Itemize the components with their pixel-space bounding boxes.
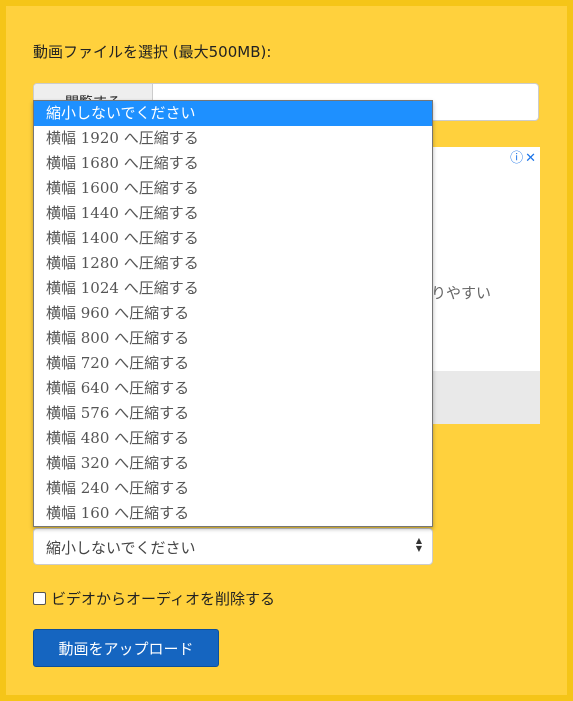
advertisement[interactable]: ⓘ✕ りやすい <box>431 147 540 424</box>
ad-text: りやすい <box>431 284 492 302</box>
resize-select-value: 縮小しないでください <box>46 539 196 557</box>
resize-option[interactable]: 横幅 800 へ圧縮する <box>34 326 432 351</box>
file-select-label: 動画ファイルを選択 (最大500MB): <box>33 43 272 61</box>
resize-option[interactable]: 横幅 1280 へ圧縮する <box>34 251 432 276</box>
ad-footer <box>431 371 540 424</box>
remove-audio-row[interactable]: ビデオからオーディオを削除する <box>33 588 275 609</box>
resize-option[interactable]: 横幅 1440 へ圧縮する <box>34 201 432 226</box>
ad-controls[interactable]: ⓘ✕ <box>510 147 538 166</box>
upload-video-button[interactable]: 動画をアップロード <box>33 629 219 667</box>
resize-option[interactable]: 横幅 1920 へ圧縮する <box>34 126 432 151</box>
resize-option[interactable]: 横幅 1600 へ圧縮する <box>34 176 432 201</box>
resize-option[interactable]: 横幅 720 へ圧縮する <box>34 351 432 376</box>
select-arrows-icon: ▲ ▼ <box>415 536 422 553</box>
resize-option[interactable]: 横幅 960 へ圧縮する <box>34 301 432 326</box>
info-icon[interactable]: ⓘ <box>510 151 525 166</box>
close-icon[interactable]: ✕ <box>525 151 538 166</box>
resize-option[interactable]: 横幅 480 へ圧縮する <box>34 426 432 451</box>
resize-option[interactable]: 横幅 1024 へ圧縮する <box>34 276 432 301</box>
resize-option[interactable]: 横幅 576 へ圧縮する <box>34 401 432 426</box>
resize-option[interactable]: 縮小しないでください <box>34 101 432 126</box>
resize-option[interactable]: 横幅 640 へ圧縮する <box>34 376 432 401</box>
remove-audio-checkbox[interactable] <box>33 592 46 605</box>
resize-option[interactable]: 横幅 1680 へ圧縮する <box>34 151 432 176</box>
resize-option[interactable]: 横幅 1400 へ圧縮する <box>34 226 432 251</box>
resize-option[interactable]: 横幅 320 へ圧縮する <box>34 451 432 476</box>
resize-option[interactable]: 横幅 240 へ圧縮する <box>34 476 432 501</box>
resize-option[interactable]: 横幅 160 へ圧縮する <box>34 501 432 526</box>
remove-audio-label[interactable]: ビデオからオーディオを削除する <box>51 588 275 609</box>
resize-select[interactable]: 縮小しないでください ▲ ▼ <box>33 528 433 565</box>
resize-dropdown-list[interactable]: 縮小しないでください 横幅 1920 へ圧縮する 横幅 1680 へ圧縮する 横幅 1… <box>33 100 433 527</box>
